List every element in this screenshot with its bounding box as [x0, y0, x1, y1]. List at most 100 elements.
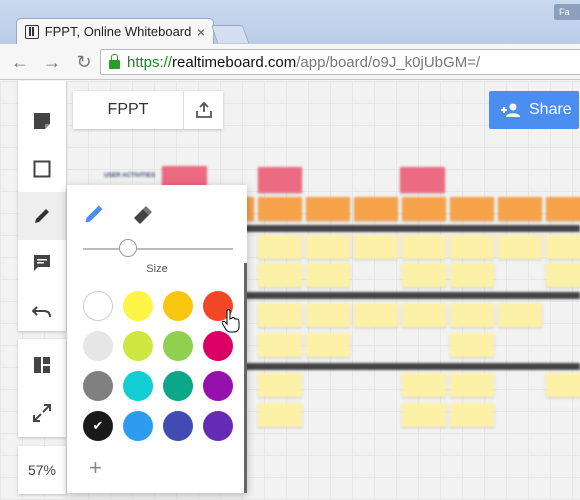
rectangle-icon — [33, 160, 51, 178]
sticky-note[interactable] — [498, 197, 542, 221]
new-tab-button[interactable] — [210, 25, 250, 43]
sticky-note[interactable] — [450, 197, 494, 221]
checkmark-icon: ✔ — [92, 418, 104, 433]
color-swatch[interactable] — [203, 411, 233, 441]
sticky-note[interactable] — [546, 263, 580, 287]
left-toolbar — [18, 81, 66, 331]
sticky-note[interactable] — [306, 197, 350, 221]
color-swatch[interactable] — [203, 371, 233, 401]
browser-toolbar: ← → ↻ https:// realtimeboard.com /app/bo… — [0, 44, 580, 80]
templates-button[interactable] — [18, 341, 66, 389]
undo-icon — [32, 306, 51, 318]
rectangle-tool[interactable] — [18, 145, 66, 193]
url-path: /app/board/o9J_k0jUbGM=/ — [296, 53, 481, 71]
left-toolbar-secondary — [18, 339, 66, 437]
sticky-note[interactable] — [258, 403, 302, 427]
sticky-note[interactable] — [258, 235, 302, 259]
zoom-level[interactable]: 57% — [18, 446, 66, 494]
sticky-note[interactable] — [354, 303, 398, 327]
sticky-note[interactable] — [258, 197, 302, 221]
size-slider-handle[interactable] — [119, 239, 137, 257]
color-swatch[interactable] — [83, 291, 113, 321]
sticky-note-tool[interactable] — [18, 97, 66, 145]
sticky-note[interactable] — [400, 167, 445, 193]
sticky-note[interactable] — [258, 333, 302, 357]
color-swatch[interactable] — [163, 331, 193, 361]
hand-cursor-icon — [222, 309, 240, 333]
sticky-note[interactable] — [306, 303, 350, 327]
color-swatch[interactable] — [83, 371, 113, 401]
color-swatch[interactable] — [203, 331, 233, 361]
sticky-note[interactable] — [450, 303, 494, 327]
forward-button[interactable]: → — [40, 50, 64, 74]
browser-tab[interactable]: FPPT, Online Whiteboard × — [16, 18, 214, 44]
address-bar[interactable]: https:// realtimeboard.com /app/board/o9… — [100, 49, 580, 75]
board-title[interactable]: FPPT — [73, 91, 183, 129]
sticky-note[interactable] — [450, 403, 494, 427]
url-host: realtimeboard.com — [172, 53, 297, 71]
back-button[interactable]: ← — [8, 50, 32, 74]
pen-tool[interactable] — [18, 192, 66, 240]
sticky-note[interactable] — [258, 167, 302, 193]
sticky-note[interactable] — [402, 373, 446, 397]
pen-icon — [35, 209, 49, 223]
comment-tool[interactable] — [18, 239, 66, 287]
sticky-note-icon — [34, 113, 50, 129]
reload-button[interactable]: ↻ — [72, 50, 96, 74]
add-color-button[interactable]: + — [89, 455, 102, 481]
color-swatch[interactable] — [163, 371, 193, 401]
color-swatch[interactable]: ✔ — [83, 411, 113, 441]
sticky-note[interactable] — [402, 263, 446, 287]
sticky-note[interactable] — [306, 235, 350, 259]
color-swatch[interactable] — [123, 371, 153, 401]
color-swatch[interactable] — [163, 411, 193, 441]
sticky-note[interactable] — [546, 235, 580, 259]
sticky-note[interactable] — [402, 197, 446, 221]
sticky-note[interactable] — [258, 263, 302, 287]
sticky-note[interactable] — [306, 333, 350, 357]
sticky-note[interactable] — [402, 303, 446, 327]
color-swatch[interactable] — [163, 291, 193, 321]
pen-icon — [85, 205, 103, 223]
sticky-note[interactable] — [402, 403, 446, 427]
lane-divider — [240, 363, 580, 370]
upload-icon — [195, 101, 212, 118]
sticky-note[interactable] — [306, 263, 350, 287]
sticky-note[interactable] — [450, 263, 494, 287]
sticky-note[interactable] — [354, 235, 398, 259]
size-slider-track[interactable] — [83, 248, 233, 250]
share-label: Share — [529, 101, 572, 118]
eraser-option[interactable] — [131, 203, 153, 230]
sticky-note[interactable] — [546, 197, 580, 221]
undo-button[interactable] — [18, 287, 66, 335]
sticky-note[interactable] — [258, 373, 302, 397]
sticky-note[interactable] — [450, 373, 494, 397]
fullscreen-button[interactable] — [18, 389, 66, 437]
sticky-note[interactable] — [498, 235, 542, 259]
profile-badge[interactable]: Fa — [554, 4, 580, 20]
sticky-note[interactable] — [258, 303, 302, 327]
color-swatch[interactable] — [123, 291, 153, 321]
sticky-note[interactable] — [402, 235, 446, 259]
board-title-box: FPPT — [73, 91, 223, 129]
eraser-icon — [134, 206, 152, 224]
pen-option[interactable] — [83, 203, 105, 230]
color-swatch[interactable] — [123, 411, 153, 441]
popup-scrollbar[interactable] — [244, 263, 247, 493]
sticky-note[interactable] — [450, 333, 494, 357]
lane-divider — [240, 292, 580, 299]
sticky-note[interactable] — [354, 197, 398, 221]
color-swatch[interactable] — [123, 331, 153, 361]
sticky-note[interactable] — [450, 235, 494, 259]
board-favicon-icon — [25, 24, 39, 39]
export-button[interactable] — [184, 91, 223, 129]
lane-divider — [240, 225, 580, 232]
browser-tab-bar: FPPT, Online Whiteboard × Fa — [0, 0, 580, 44]
color-swatch[interactable] — [83, 331, 113, 361]
whiteboard-canvas[interactable]: USER ACTIVITIES FPPT Share 57% Size ✔ + — [0, 81, 580, 500]
size-label: Size — [146, 263, 168, 275]
close-tab-icon[interactable]: × — [197, 24, 205, 40]
sticky-note[interactable] — [498, 303, 542, 327]
share-button[interactable]: Share — [489, 91, 579, 129]
sticky-note[interactable] — [546, 373, 580, 397]
